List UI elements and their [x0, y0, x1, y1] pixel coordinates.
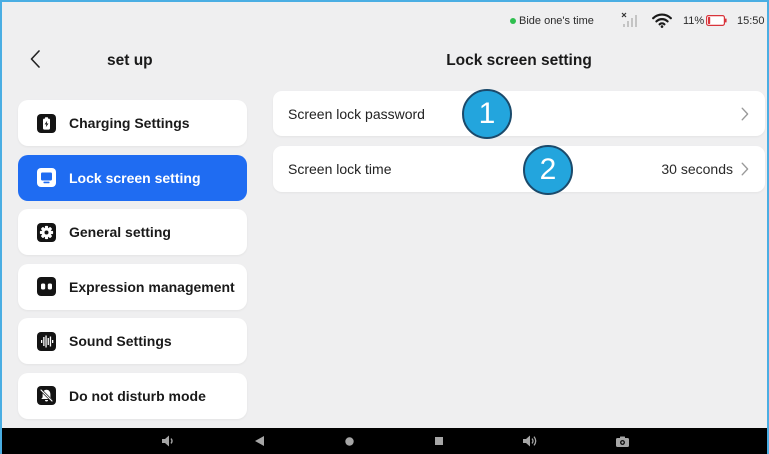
face-icon [37, 277, 56, 297]
annotation-marker-2: 2 [523, 145, 573, 195]
chevron-left-icon [30, 50, 40, 68]
back-button[interactable] [25, 48, 45, 70]
sidebar-item-label: Expression management [69, 278, 235, 295]
battery-percent: 11% [683, 15, 705, 27]
sidebar-item-label: General setting [69, 224, 171, 241]
sidebar-item-lock-screen-setting[interactable]: Lock screen setting [18, 154, 247, 201]
screen-lock-time-row[interactable]: Screen lock time 30 seconds [273, 146, 765, 192]
page-title: Lock screen setting [446, 52, 592, 69]
recents-button[interactable] [427, 428, 451, 454]
home-icon [344, 436, 354, 446]
bell-off-icon [37, 386, 56, 406]
screen-lock-password-row[interactable]: Screen lock password [273, 91, 765, 136]
wifi-icon [652, 13, 672, 28]
volume-up-button[interactable] [518, 428, 542, 454]
navigation-bar [0, 428, 769, 454]
sidebar-item-label: Sound Settings [69, 333, 172, 350]
sidebar-item-do-not-disturb-mode[interactable]: Do not disturb mode [18, 372, 247, 419]
annotation-marker-1: 1 [462, 89, 512, 139]
volume-down-icon [161, 435, 173, 447]
row-label: Screen lock time [288, 161, 392, 177]
sidebar-item-label: Charging Settings [69, 115, 190, 131]
volume-down-button[interactable] [156, 428, 180, 454]
recents-icon [435, 437, 443, 445]
sidebar-item-label: Lock screen setting [69, 169, 201, 186]
back-nav-button[interactable] [247, 428, 271, 454]
sidebar-item-label: Do not disturb mode [69, 387, 206, 404]
no-signal-icon [621, 12, 639, 28]
status-dot-icon [510, 18, 516, 24]
row-label: Screen lock password [288, 105, 425, 122]
settings-screen: Bide one's time 11% 15:50 set up Lock sc… [0, 0, 769, 454]
camera-button[interactable] [610, 428, 634, 454]
sidebar-item-sound-settings[interactable]: Sound Settings [18, 318, 247, 365]
home-button[interactable] [337, 428, 361, 454]
back-icon [254, 436, 264, 446]
status-bar: Bide one's time 11% 15:50 [0, 0, 769, 40]
sidebar-item-expression-management[interactable]: Expression management [18, 263, 247, 310]
sidebar-item-charging-settings[interactable]: Charging Settings [18, 100, 247, 146]
clock-time: 15:50 [737, 15, 765, 27]
settings-sidebar: Charging Settings Lock screen setting Ge… [18, 100, 247, 419]
sound-wave-icon [37, 331, 56, 351]
chevron-right-icon [741, 162, 749, 176]
status-message: Bide one's time [519, 15, 594, 27]
volume-up-icon [522, 435, 536, 447]
gear-icon [37, 222, 56, 242]
sidebar-item-general-setting[interactable]: General setting [18, 209, 247, 256]
sidebar-title: set up [107, 52, 153, 69]
battery-charging-icon [37, 113, 56, 133]
camera-icon [615, 436, 629, 447]
row-value: 30 seconds [661, 161, 733, 177]
chevron-right-icon [741, 107, 749, 121]
battery-low-icon [706, 15, 727, 26]
monitor-icon [37, 168, 56, 188]
